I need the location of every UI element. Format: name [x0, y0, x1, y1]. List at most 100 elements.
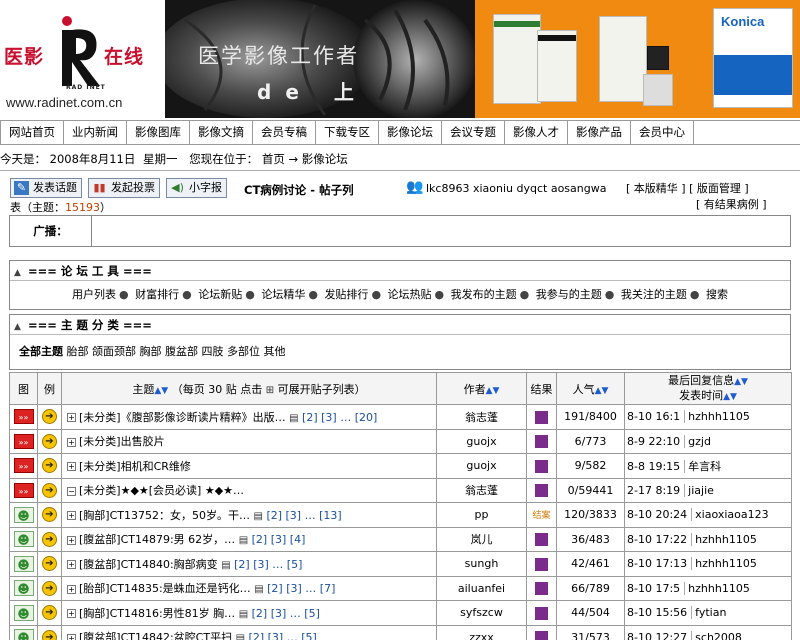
nav-forum[interactable]: 影像论坛	[379, 120, 442, 145]
tool-my-topics[interactable]: 我发布的主题	[451, 288, 517, 301]
tool-post-rank[interactable]: 发贴排行	[324, 288, 368, 301]
row-author-cell[interactable]: pp	[436, 502, 527, 528]
row-author-cell[interactable]: 翁志蓬	[436, 404, 527, 430]
tool-joined-topics[interactable]: 我参与的主题	[536, 288, 602, 301]
small-note-button[interactable]: ◀) 小字报	[166, 178, 227, 198]
row-author-cell[interactable]: guojx	[436, 428, 527, 454]
category-head-neck[interactable]: 颌面颈部	[92, 345, 136, 358]
tool-new-posts[interactable]: 论坛新贴	[198, 288, 242, 301]
row-author-cell[interactable]: guojx	[436, 453, 527, 479]
last-reply-user[interactable]: gzjd	[684, 434, 711, 448]
new-poll-button[interactable]: ▮▮ 发起投票	[88, 178, 160, 198]
row-example-cell[interactable]: ➔	[37, 551, 62, 577]
topic-title-link[interactable]: [胸部]CT13752：女，50岁。干…	[79, 509, 250, 522]
page-links[interactable]: [2] [3] … [13]	[266, 509, 341, 522]
last-reply-user[interactable]: hzhhh1105	[691, 532, 757, 546]
category-other[interactable]: 其他	[264, 345, 286, 358]
col-views-header[interactable]: 人气▲▼	[556, 372, 625, 405]
topic-title-link[interactable]: [未分类]相机和CR维修	[79, 460, 191, 473]
last-reply-time[interactable]: 8-10 12:27	[627, 631, 687, 640]
row-example-cell[interactable]: ➔	[37, 526, 62, 552]
table-row[interactable]: »» ➔ − [未分类]★◆★[会员必读] ★◆★… 翁志蓬 0/59441 2-17 8:…	[9, 477, 792, 503]
tool-elite[interactable]: 论坛精华	[261, 288, 305, 301]
category-multi-site[interactable]: 多部位	[227, 345, 260, 358]
category-fetal[interactable]: 胎部	[67, 345, 89, 358]
table-row[interactable]: ☻ ➔ + [胸部]CT13752：女，50岁。干… ▤ [2] [3] … [13]…	[9, 502, 792, 528]
sort-arrows-icon[interactable]: ▲▼	[723, 392, 737, 402]
results-link[interactable]: [ 有结果病例 ]	[696, 196, 767, 212]
table-row[interactable]: ☻ ➔ + [胎部]CT14835:是蛛血还是钙化… ▤ [2] [3] … [7] a…	[9, 575, 792, 601]
row-author-cell[interactable]: 翁志蓬	[436, 477, 527, 503]
category-chest[interactable]: 胸部	[140, 345, 162, 358]
table-row[interactable]: ☻ ➔ + [腹盆部]CT14840:胸部病变 ▤ [2] [3] … [5] sung…	[9, 551, 792, 577]
topic-title-link[interactable]: [未分类]《腹部影像诊断读片精粹》出版…	[79, 411, 286, 424]
row-example-cell[interactable]: ➔	[37, 624, 62, 640]
sort-arrows-icon[interactable]: ▲▼	[486, 386, 500, 396]
row-example-cell[interactable]: ➔	[37, 428, 62, 454]
sort-arrows-icon[interactable]: ▲▼	[734, 377, 748, 387]
expand-toggle-icon[interactable]: +	[67, 560, 76, 570]
page-links[interactable]: [2] [3] … [5]	[252, 607, 320, 620]
row-example-cell[interactable]: ➔	[37, 404, 62, 430]
page-links[interactable]: [2] [3] … [5]	[249, 631, 317, 640]
page-links[interactable]: [2] [3] … [7]	[267, 582, 335, 595]
tool-followed-topics[interactable]: 我关注的主题	[621, 288, 687, 301]
last-reply-time[interactable]: 8-10 17:22	[627, 533, 687, 546]
category-all[interactable]: 全部主题	[19, 345, 63, 358]
last-reply-time[interactable]: 8-10 20:24	[627, 508, 687, 521]
expand-toggle-icon[interactable]: +	[67, 535, 76, 545]
manage-link[interactable]: [ 版面管理 ]	[689, 182, 749, 195]
last-reply-user[interactable]: hzhhh1105	[691, 557, 757, 571]
nav-downloads[interactable]: 下载专区	[316, 120, 379, 145]
last-reply-time[interactable]: 8-9 22:10	[627, 435, 680, 448]
topic-title-link[interactable]: [腹盆部]CT14840:胸部病变	[79, 558, 218, 571]
expand-toggle-icon[interactable]: +	[67, 437, 76, 447]
forum-tools-header[interactable]: ▲ === 论 坛 工 具 ===	[10, 261, 790, 281]
nav-digest[interactable]: 影像文摘	[190, 120, 253, 145]
last-reply-user[interactable]: sch2008	[691, 630, 742, 640]
goto-arrow-icon[interactable]: ➔	[42, 580, 57, 596]
row-author-cell[interactable]: 岚儿	[436, 526, 527, 552]
breadcrumb[interactable]: 首页 → 影像论坛	[262, 152, 348, 166]
expand-toggle-icon[interactable]: +	[67, 584, 76, 594]
topic-title-link[interactable]: [腹盆部]CT14842:盆腔CT平扫	[79, 631, 232, 640]
last-reply-user[interactable]: jiajie	[684, 483, 714, 497]
nav-member-articles[interactable]: 会员专稿	[253, 120, 316, 145]
page-links[interactable]: [2] [3] … [20]	[302, 411, 377, 424]
category-limbs[interactable]: 四肢	[202, 345, 224, 358]
topic-title-link[interactable]: [胎部]CT14835:是蛛血还是钙化…	[79, 582, 251, 595]
last-reply-time[interactable]: 8-10 17:13	[627, 557, 687, 570]
col-topic-header[interactable]: 主题▲▼ （每页 30 贴 点击 ⊞ 可展开贴子列表）	[61, 372, 437, 405]
nav-member-center[interactable]: 会员中心	[631, 120, 694, 145]
topic-title-link[interactable]: [未分类]★◆★[会员必读] ★◆★…	[79, 484, 244, 497]
col-last-reply-header[interactable]: 最后回复信息▲▼ 发表时间▲▼	[624, 372, 792, 405]
last-reply-user[interactable]: hzhhh1105	[684, 410, 750, 424]
topic-title-link[interactable]: [腹盆部]CT14879:男 62岁，…	[79, 533, 235, 546]
goto-arrow-icon[interactable]: ➔	[42, 482, 57, 498]
topic-title-link[interactable]: [未分类]出售胶片	[79, 435, 165, 448]
moderator-list[interactable]: lkc8963 xiaoniu dyqct aosangwa	[426, 182, 606, 195]
nav-products[interactable]: 影像产品	[568, 120, 631, 145]
expand-toggle-icon[interactable]: +	[67, 511, 76, 521]
table-row[interactable]: ☻ ➔ + [腹盆部]CT14879:男 62岁，… ▤ [2] [3] [4] 岚儿 3…	[9, 526, 792, 552]
table-row[interactable]: »» ➔ + [未分类]《腹部影像诊断读片精粹》出版… ▤ [2] [3] … [20…	[9, 404, 792, 430]
row-example-cell[interactable]: ➔	[37, 477, 62, 503]
goto-arrow-icon[interactable]: ➔	[42, 531, 57, 547]
topic-title-link[interactable]: [胸部]CT14816:男性81岁 胸…	[79, 607, 235, 620]
table-row[interactable]: »» ➔ + [未分类]相机和CR维修 guojx 9/582 8-8 19:15 牟言科	[9, 453, 792, 479]
last-reply-time[interactable]: 2-17 8:19	[627, 484, 680, 497]
nav-image-gallery[interactable]: 影像图库	[127, 120, 190, 145]
tool-search[interactable]: 搜索	[706, 288, 728, 301]
last-reply-user[interactable]: xiaoxiaoa123	[691, 508, 769, 522]
tool-hot-posts[interactable]: 论坛热贴	[388, 288, 432, 301]
last-reply-time[interactable]: 8-10 17:5	[627, 582, 680, 595]
goto-arrow-icon[interactable]: ➔	[42, 605, 57, 621]
tool-user-list[interactable]: 用户列表	[72, 288, 116, 301]
row-example-cell[interactable]: ➔	[37, 502, 62, 528]
expand-toggle-icon[interactable]: −	[67, 486, 76, 496]
table-row[interactable]: »» ➔ + [未分类]出售胶片 guojx 6/773 8-9 22:10 gzjd	[9, 428, 792, 454]
tool-wealth-rank[interactable]: 财富排行	[135, 288, 179, 301]
row-author-cell[interactable]: syfszcw	[436, 600, 527, 626]
row-author-cell[interactable]: zzxx	[436, 624, 527, 640]
category-abdomen-pelvis[interactable]: 腹盆部	[165, 345, 198, 358]
